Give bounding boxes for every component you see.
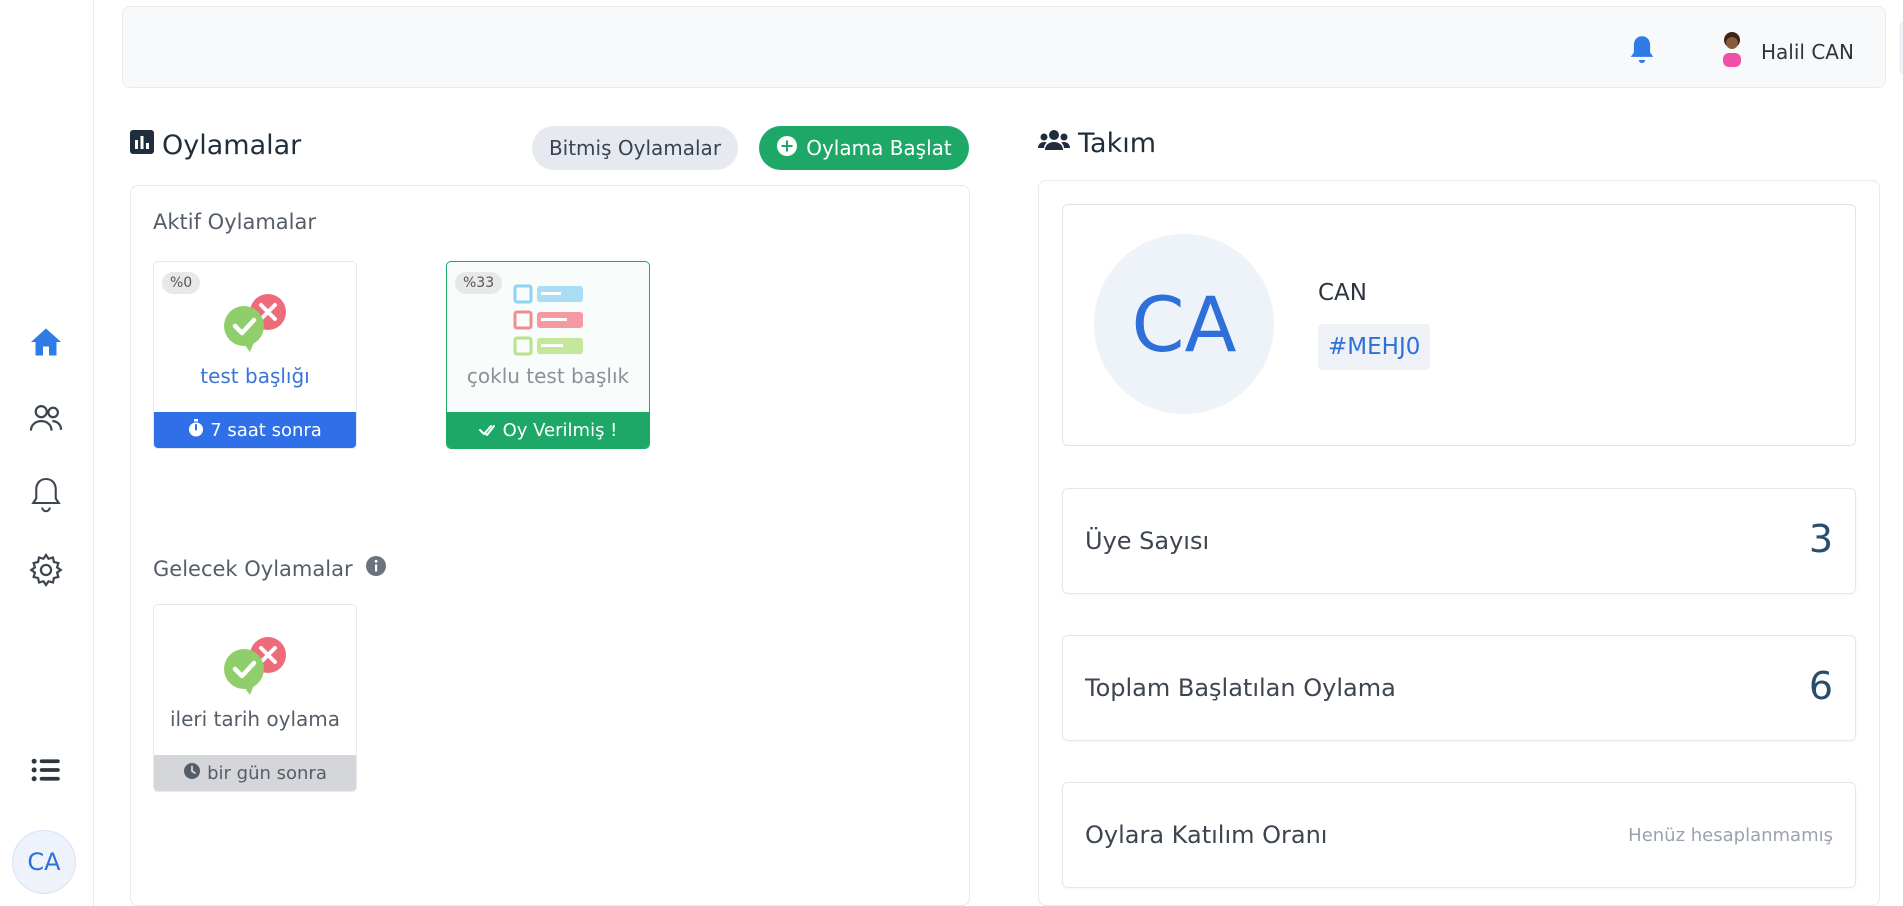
home-icon[interactable]: [22, 318, 70, 366]
poll-percent-badge: %0: [162, 272, 201, 294]
vote-bubbles-icon: [220, 290, 292, 358]
active-polls-title: Aktif Oylamalar: [153, 210, 316, 234]
stat-member-count: Üye Sayısı 3: [1062, 488, 1856, 594]
poll-footer-text: bir gün sonra: [207, 762, 327, 784]
user-name: Halil CAN: [1761, 39, 1854, 64]
sidebar: CA: [0, 0, 94, 906]
upcoming-polls-title-text: Gelecek Oylamalar: [153, 556, 353, 581]
users-icon[interactable]: [22, 394, 70, 442]
poll-name: çoklu test başlık: [466, 364, 630, 388]
poll-footer: bir gün sonra: [154, 755, 356, 791]
checklist-icon: [511, 284, 587, 360]
user-menu[interactable]: Halil CAN: [1717, 29, 1854, 74]
stat-value: 6: [1808, 664, 1833, 708]
team-title-text: Takım: [1078, 128, 1157, 159]
team-code[interactable]: #MEHJ0: [1318, 324, 1431, 370]
poll-footer-text: 7 saat sonra: [210, 419, 322, 441]
polls-title: Oylamalar: [130, 130, 301, 161]
bell-icon[interactable]: [22, 470, 70, 518]
poll-card[interactable]: %0 test başlığı 7 saat sonra: [153, 261, 357, 449]
topbar: Halil CAN tr: [122, 6, 1903, 88]
stat-label: Üye Sayısı: [1085, 527, 1210, 555]
stat-value: 3: [1808, 517, 1833, 561]
poll-name: test başlığı: [200, 364, 310, 388]
poll-footer: Oy Verilmiş !: [447, 412, 649, 448]
stat-label: Oylara Katılım Oranı: [1085, 821, 1328, 849]
stat-total-polls: Toplam Başlatılan Oylama 6: [1062, 635, 1856, 741]
language-selector[interactable]: tr: [1899, 21, 1903, 75]
double-check-icon: [478, 420, 497, 441]
stat-value: Henüz hesaplanmamış: [1628, 825, 1833, 846]
users-group-icon: [1038, 128, 1070, 159]
clock-icon: [183, 762, 201, 785]
list-icon[interactable]: [22, 746, 70, 794]
stat-participation-rate: Oylara Katılım Oranı Henüz hesaplanmamış: [1062, 782, 1856, 888]
poll-card[interactable]: %33 çoklu test başlık Oy Verilmiş !: [446, 261, 650, 449]
stat-label: Toplam Başlatılan Oylama: [1085, 674, 1396, 702]
poll-card[interactable]: ileri tarih oylama bir gün sonra: [153, 604, 357, 792]
vote-bubbles-icon: [220, 633, 292, 701]
info-icon[interactable]: [365, 555, 387, 582]
start-poll-label: Oylama Başlat: [806, 136, 952, 160]
polls-title-text: Oylamalar: [162, 130, 302, 161]
team-title: Takım: [1038, 128, 1156, 159]
bar-chart-icon: [130, 130, 154, 161]
finished-polls-button[interactable]: Bitmiş Oylamalar: [532, 126, 738, 170]
upcoming-polls-title: Gelecek Oylamalar: [153, 555, 387, 582]
poll-percent-badge: %33: [455, 272, 503, 294]
gear-icon[interactable]: [22, 546, 70, 594]
poll-name: ileri tarih oylama: [169, 707, 341, 731]
poll-footer-text: Oy Verilmiş !: [502, 419, 618, 441]
poll-footer: 7 saat sonra: [154, 412, 356, 448]
sidebar-avatar[interactable]: CA: [12, 830, 76, 894]
active-polls-title-text: Aktif Oylamalar: [153, 210, 316, 234]
start-poll-button[interactable]: Oylama Başlat: [759, 126, 969, 170]
team-avatar: CA: [1094, 234, 1274, 414]
notification-bell-icon[interactable]: [1627, 33, 1657, 67]
team-name: CAN: [1318, 280, 1367, 306]
stopwatch-icon: [188, 418, 204, 442]
user-avatar-icon: [1717, 29, 1747, 74]
plus-circle-icon: [776, 135, 798, 162]
